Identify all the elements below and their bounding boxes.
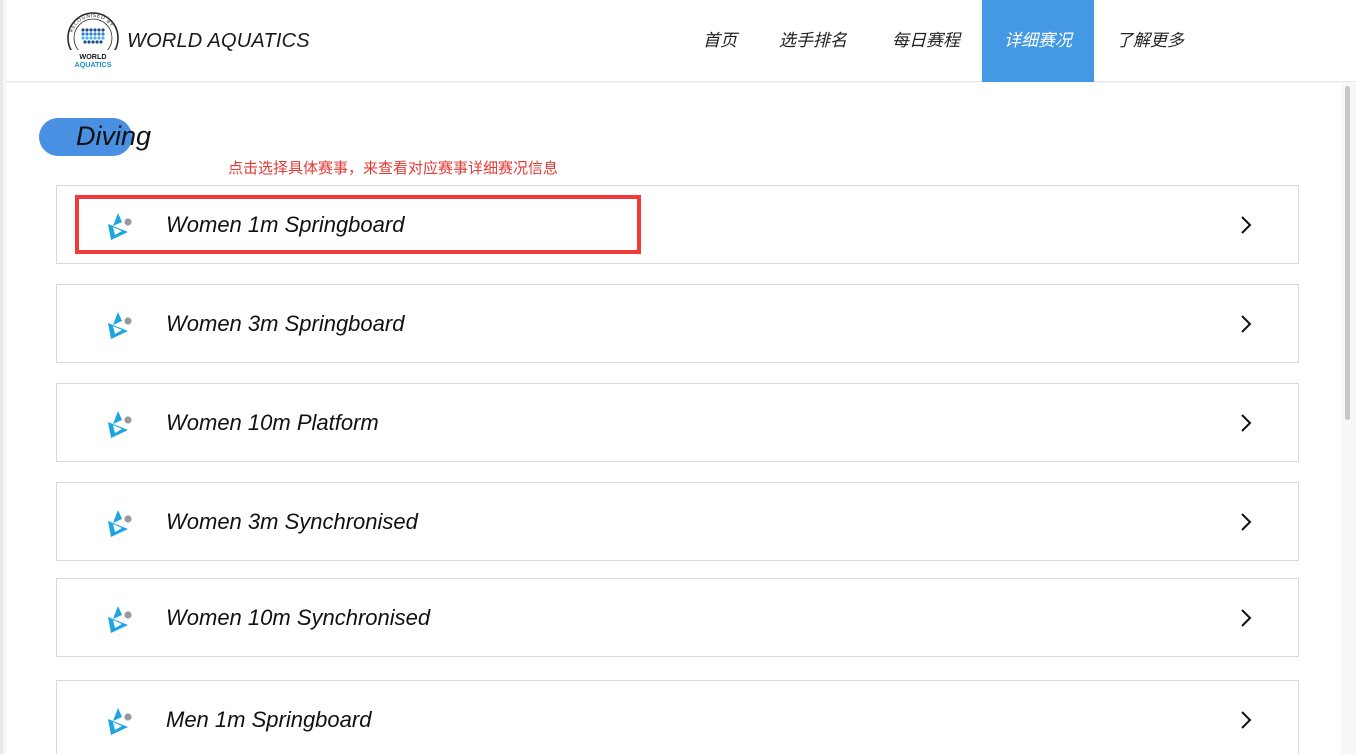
diving-icon (108, 411, 132, 438)
main-content: Diving 点击选择具体赛事，来查看对应赛事详细赛况信息 Women 1m S… (6, 83, 1341, 754)
main-nav: 首页 选手排名 每日赛程 详细赛况 了解更多 (6, 0, 1356, 82)
chevron-right-icon (1241, 414, 1252, 432)
event-item-women-3m-springboard[interactable]: Women 3m Springboard (56, 284, 1299, 363)
event-item-women-1m-springboard[interactable]: Women 1m Springboard (56, 185, 1299, 264)
event-item-men-1m-springboard[interactable]: Men 1m Springboard (56, 680, 1299, 754)
event-label: Women 10m Platform (166, 410, 379, 435)
chevron-right-icon (1241, 513, 1252, 531)
scrollbar-thumb[interactable] (1345, 86, 1350, 420)
event-label: Women 3m Synchronised (166, 509, 418, 534)
event-label: Women 3m Springboard (166, 311, 405, 336)
nav-daily-schedule[interactable]: 每日赛程 (882, 0, 970, 82)
chevron-right-icon (1241, 216, 1252, 234)
nav-learn-more[interactable]: 了解更多 (1106, 0, 1194, 82)
top-navbar: RECOGNISED BY WORLD AQUATICS WORLD AQUAT… (6, 0, 1356, 82)
chevron-right-icon (1241, 315, 1252, 333)
event-label: Men 1m Springboard (166, 707, 372, 732)
chevron-right-icon (1241, 711, 1252, 729)
nav-home[interactable]: 首页 (688, 0, 752, 82)
event-label: Women 10m Synchronised (166, 605, 431, 630)
instruction-hint: 点击选择具体赛事，来查看对应赛事详细赛况信息 (228, 159, 559, 177)
diving-icon (108, 510, 132, 537)
nav-detailed-results[interactable]: 详细赛况 (982, 0, 1094, 82)
event-item-women-10m-platform[interactable]: Women 10m Platform (56, 383, 1299, 462)
event-item-women-3m-synchronised[interactable]: Women 3m Synchronised (56, 482, 1299, 561)
page: RECOGNISED BY WORLD AQUATICS WORLD AQUAT… (0, 0, 1356, 754)
diving-icon (108, 708, 132, 735)
event-label: Women 1m Springboard (166, 212, 405, 237)
diving-icon (108, 606, 132, 633)
chevron-right-icon (1241, 609, 1252, 627)
section-title: Diving (76, 121, 152, 151)
nav-rankings[interactable]: 选手排名 (769, 0, 857, 82)
diving-icon (108, 213, 132, 240)
event-item-women-10m-synchronised[interactable]: Women 10m Synchronised (56, 578, 1299, 657)
diving-icon (108, 312, 132, 339)
